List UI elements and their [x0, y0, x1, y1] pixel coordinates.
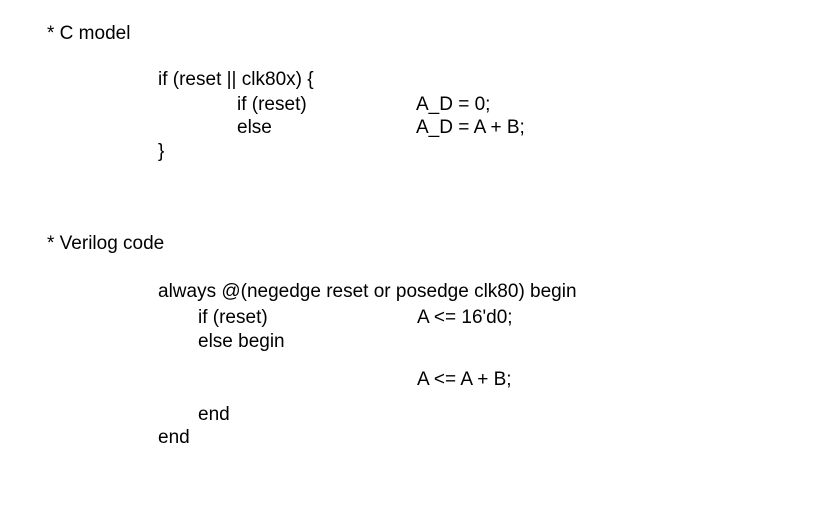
verilog-line-end-inner: end: [198, 403, 230, 427]
verilog-line-if-reset: if (reset): [198, 306, 268, 330]
verilog-line-end-outer: end: [158, 426, 190, 450]
c-code-line-ad-sum: A_D = A + B;: [416, 116, 525, 140]
verilog-line-always: always @(negedge reset or posedge clk80)…: [158, 280, 577, 304]
c-code-line-close-brace: }: [158, 140, 164, 164]
c-code-line-ad-zero: A_D = 0;: [416, 93, 490, 117]
c-code-line-else: else: [237, 116, 272, 140]
verilog-line-a-zero: A <= 16'd0;: [417, 306, 513, 330]
verilog-heading: * Verilog code: [47, 232, 164, 256]
c-model-heading: * C model: [47, 22, 130, 46]
verilog-line-a-sum: A <= A + B;: [417, 368, 512, 392]
c-code-line-if-open: if (reset || clk80x) {: [158, 68, 314, 92]
verilog-line-else-begin: else begin: [198, 330, 285, 354]
c-code-line-if-reset: if (reset): [237, 93, 307, 117]
